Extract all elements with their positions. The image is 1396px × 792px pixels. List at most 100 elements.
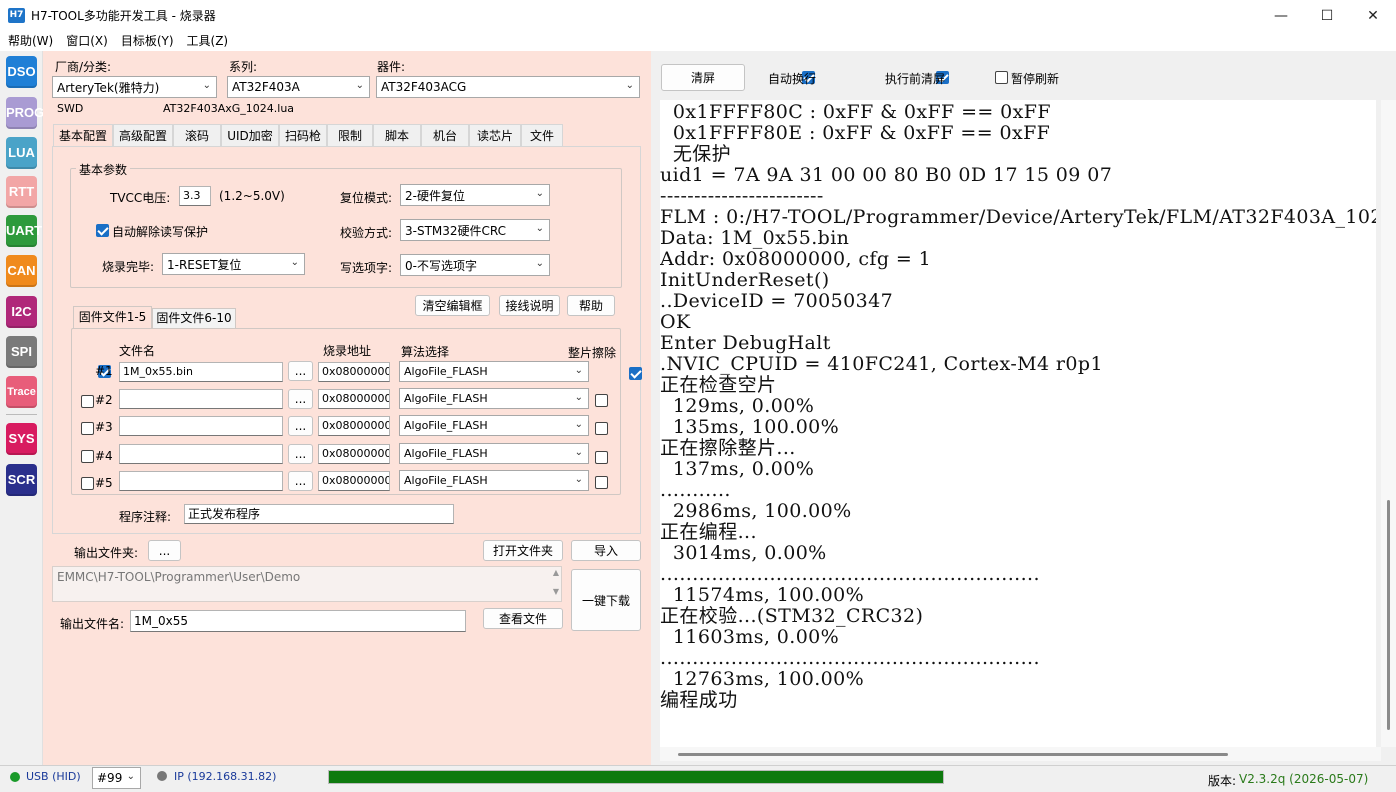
one-click-download-button[interactable]: 一键下载 (571, 569, 641, 631)
tab-uid-encrypt[interactable]: UID加密 (221, 124, 279, 146)
file-row-3-algo-select[interactable]: AlgoFile_FLASH ⌄ (399, 415, 589, 436)
output-folder-browse-button[interactable]: ... (148, 540, 181, 561)
clear-screen-button[interactable]: 清屏 (661, 64, 745, 91)
file-row-5-name[interactable] (119, 471, 283, 491)
file-row-1-name[interactable]: 1M_0x55.bin (119, 362, 283, 382)
file-row-1-algo-select[interactable]: AlgoFile_FLASH ⌄ (399, 361, 589, 382)
verify-select[interactable]: 3-STM32硬件CRC ⌄ (400, 219, 550, 241)
verify-value: 3-STM32硬件CRC (405, 223, 507, 238)
console-output[interactable]: 0x1FFFF80C : 0xFF & 0xFF == 0xFF 0x1FFFF… (660, 100, 1376, 747)
file-row-4-address[interactable]: 0x08000000 (318, 444, 390, 464)
tab-machine[interactable]: 机台 (421, 124, 469, 146)
console-hscrollbar[interactable] (660, 747, 1381, 761)
tool-scr-button[interactable]: SCR (6, 464, 37, 496)
open-folder-button[interactable]: 打开文件夹 (483, 540, 563, 561)
tab-scanner[interactable]: 扫码枪 (279, 124, 327, 146)
console-line: 135ms, 100.00% (660, 416, 840, 438)
vendor-select[interactable]: ArteryTek(雅特力) ⌄ (52, 76, 217, 98)
file-row-2-algo-select[interactable]: AlgoFile_FLASH ⌄ (399, 388, 589, 409)
console-line: Data: 1M_0x55.bin (660, 227, 850, 249)
comment-input[interactable]: 正式发布程序 (184, 504, 454, 524)
console-hscroll-thumb[interactable] (678, 753, 1228, 756)
console-vscroll-thumb[interactable] (1387, 500, 1390, 730)
file-row-3-name[interactable] (119, 416, 283, 436)
version-value: V2.3.2q (2026-05-07) (1239, 772, 1369, 786)
tab-advanced-config[interactable]: 高级配置 (113, 124, 173, 146)
done-action-select[interactable]: 1-RESET复位 ⌄ (162, 253, 305, 275)
file-row-3-address[interactable]: 0x08000000 (318, 416, 390, 436)
output-name-input[interactable]: 1M_0x55 (130, 610, 466, 632)
file-row-4-checkbox[interactable] (81, 450, 94, 463)
menu-tools[interactable]: 工具(Z) (187, 31, 229, 51)
tab-limit[interactable]: 限制 (327, 124, 373, 146)
chevron-down-icon: ⌄ (574, 447, 583, 458)
file-row-2-name[interactable] (119, 389, 283, 409)
pause-refresh-checkbox[interactable] (995, 71, 1008, 84)
minimize-button[interactable]: — (1258, 0, 1304, 31)
scroll-up-icon[interactable]: ▲ (553, 568, 559, 577)
file-row-4-browse-button[interactable]: ... (288, 444, 313, 464)
tab-read-chip[interactable]: 读芯片 (469, 124, 521, 146)
help-button[interactable]: 帮助 (567, 295, 615, 316)
file-row-5-address[interactable]: 0x08000000 (318, 471, 390, 491)
tool-spi-button[interactable]: SPI (6, 336, 37, 368)
auto-unprotect-checkbox[interactable] (96, 224, 109, 237)
tab-script[interactable]: 脚本 (373, 124, 421, 146)
close-button[interactable]: ✕ (1350, 0, 1396, 31)
option-bytes-select[interactable]: 0-不写选项字 ⌄ (400, 254, 550, 276)
tool-i2c-button[interactable]: I2C (6, 296, 37, 328)
tool-rtt-button[interactable]: RTT (6, 176, 37, 208)
auto-wrap-label: 自动换行 (768, 72, 817, 86)
tool-dso-button[interactable]: DSO (6, 56, 37, 88)
console-line: FLM : 0:/H7-TOOL/Programmer/Device/Arter… (660, 206, 1376, 228)
scroll-down-icon[interactable]: ▼ (553, 587, 559, 596)
file-row-4-algo-select[interactable]: AlgoFile_FLASH ⌄ (399, 443, 589, 464)
menu-target[interactable]: 目标板(Y) (121, 31, 174, 51)
maximize-button[interactable]: ☐ (1304, 0, 1350, 31)
tool-lua-button[interactable]: LUA (6, 137, 37, 169)
tool-trace-button[interactable]: Trace (6, 376, 37, 408)
tool-uart-button[interactable]: UART (6, 215, 42, 247)
chevron-down-icon: ⌄ (625, 80, 634, 91)
tool-prog-button[interactable]: PROG (6, 97, 44, 129)
file-row-4-erase-checkbox[interactable] (595, 451, 608, 464)
file-row-3-erase-checkbox[interactable] (595, 422, 608, 435)
header-algorithm: 算法选择 (401, 345, 450, 359)
tab-firmware-1-5[interactable]: 固件文件1-5 (73, 306, 152, 328)
file-row-5-checkbox[interactable] (81, 477, 94, 490)
view-file-button[interactable]: 查看文件 (483, 608, 563, 629)
file-row-2-erase-checkbox[interactable] (595, 394, 608, 407)
file-row-5-algo-select[interactable]: AlgoFile_FLASH ⌄ (399, 470, 589, 491)
file-row-4-name[interactable] (119, 444, 283, 464)
file-row-3-browse-button[interactable]: ... (288, 416, 313, 436)
reset-mode-select[interactable]: 2-硬件复位 ⌄ (400, 184, 550, 206)
file-row-1-browse-button[interactable]: ... (288, 361, 313, 381)
done-action-label: 烧录完毕: (102, 260, 155, 274)
file-row-2-address[interactable]: 0x08000000 (318, 389, 390, 409)
file-row-5-erase-checkbox[interactable] (595, 476, 608, 489)
tab-basic-config[interactable]: 基本配置 (53, 124, 113, 146)
device-number-select[interactable]: #99 ⌄ (92, 767, 141, 789)
output-path-box[interactable]: EMMC\H7-TOOL\Programmer\User\Demo ▲ ▼ (52, 566, 562, 602)
tvcc-input[interactable]: 3.3 (179, 186, 211, 206)
import-button[interactable]: 导入 (571, 540, 641, 561)
series-select[interactable]: AT32F403A ⌄ (227, 76, 370, 98)
file-row-2-browse-button[interactable]: ... (288, 389, 313, 409)
progress-fill (329, 771, 943, 783)
device-select[interactable]: AT32F403ACG ⌄ (376, 76, 640, 98)
file-row-2-checkbox[interactable] (81, 395, 94, 408)
file-row-1-address[interactable]: 0x08000000 (318, 362, 390, 382)
file-row-5-browse-button[interactable]: ... (288, 471, 313, 491)
wiring-guide-button[interactable]: 接线说明 (499, 295, 560, 316)
tab-rolling-code[interactable]: 滚码 (173, 124, 221, 146)
console-vscrollbar[interactable] (1381, 100, 1396, 747)
file-row-1-erase-checkbox[interactable] (628, 367, 642, 380)
menu-window[interactable]: 窗口(X) (66, 31, 108, 51)
tab-firmware-6-10[interactable]: 固件文件6-10 (152, 308, 236, 328)
menu-help[interactable]: 帮助(W) (8, 31, 53, 51)
file-row-3-checkbox[interactable] (81, 422, 94, 435)
tab-file[interactable]: 文件 (521, 124, 563, 146)
tool-can-button[interactable]: CAN (6, 255, 37, 287)
clear-editor-button[interactable]: 清空编辑框 (415, 295, 490, 316)
tool-sys-button[interactable]: SYS (6, 423, 37, 455)
